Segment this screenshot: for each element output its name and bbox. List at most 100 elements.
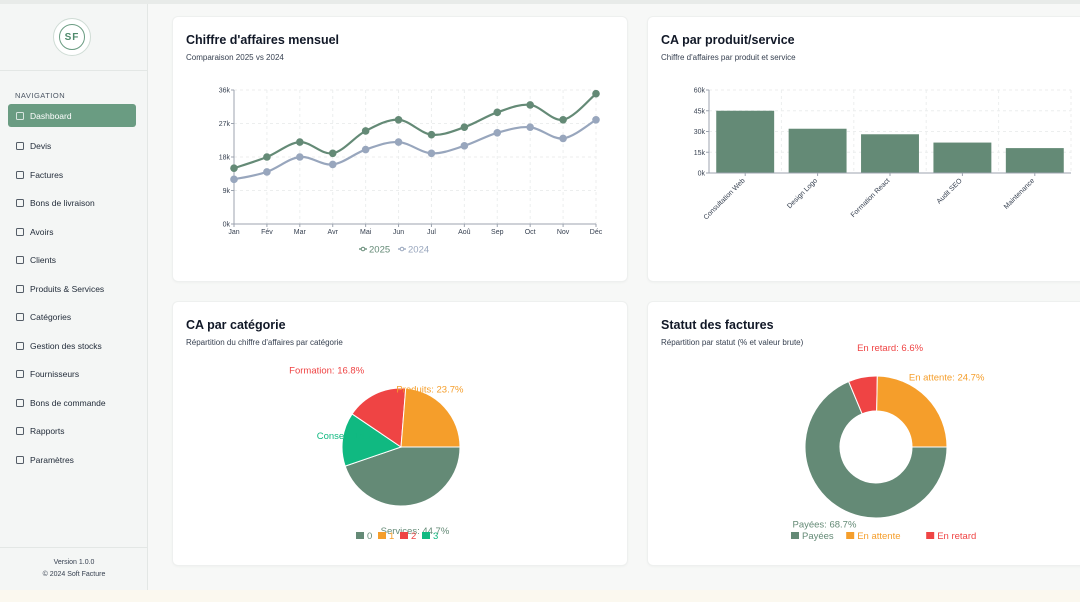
data-point-2025: [427, 130, 436, 139]
x-tick-label: Nov: [557, 229, 570, 236]
x-tick-label: Oct: [525, 229, 536, 236]
data-point-2024: [328, 160, 337, 169]
document-icon: [16, 170, 24, 179]
x-tick-label: Jun: [393, 229, 404, 236]
data-point-2024: [230, 175, 238, 184]
data-point-2024: [460, 142, 469, 150]
slice-label: Conseil: 14.7%: [317, 431, 381, 442]
sidebar-item-label: Devis: [30, 141, 52, 152]
legend-label: En attente: [857, 531, 900, 542]
x-tick-label: Audit SEO: [936, 177, 964, 205]
sidebar-item-label: Produits & Services: [30, 283, 105, 294]
x-tick-label: Fév: [261, 229, 273, 236]
x-tick-label: Sep: [491, 229, 504, 236]
monthly-revenue-card: Chiffre d'affaires mensuel Comparaison 2…: [172, 16, 628, 282]
warehouse-icon: [16, 341, 24, 350]
sidebar-item-avoirs[interactable]: Avoirs: [8, 218, 136, 247]
category-revenue-card: CA par catégorie Répartition du chiffre …: [172, 301, 628, 566]
sidebar-item-rapports[interactable]: Rapports: [8, 417, 136, 446]
legend-label: En retard: [937, 531, 976, 542]
data-point-2025: [493, 108, 502, 117]
bottom-strip: [0, 590, 1080, 602]
data-point-2024: [493, 129, 502, 137]
x-tick-label: Avr: [328, 229, 339, 236]
bar: [1005, 148, 1064, 173]
sidebar-item-devis[interactable]: Devis: [8, 132, 136, 161]
legend-swatch: [846, 532, 855, 539]
data-point-2025: [328, 149, 337, 158]
receipt-icon: [16, 227, 24, 236]
y-tick-label: 36k: [219, 88, 231, 95]
truck-icon: [16, 199, 24, 208]
sidebar-item-cat-gories[interactable]: Catégories: [8, 303, 136, 332]
slice-label: En attente: 24.7%: [909, 373, 985, 384]
legend-swatch: [422, 532, 430, 539]
y-tick-label: 30k: [694, 129, 706, 136]
data-point-2024: [263, 168, 271, 176]
legend-label: 2: [411, 531, 416, 542]
sidebar-item-bons-de-commande[interactable]: Bons de commande: [8, 389, 136, 418]
slice-label: En retard: 6.6%: [857, 343, 924, 354]
sidebar-item-fournisseurs[interactable]: Fournisseurs: [8, 360, 136, 389]
data-point-2024: [427, 149, 436, 158]
sidebar-item-label: Catégories: [30, 312, 72, 323]
legend-label: 2025: [369, 245, 390, 256]
invoice-status-card: Statut des factures Répartition par stat…: [647, 301, 1080, 566]
series-line-2024: [233, 118, 597, 181]
data-point-2024: [394, 138, 403, 146]
data-point-2025: [592, 89, 600, 98]
legend-label: 1: [389, 531, 394, 542]
x-tick-label: Design Logo: [786, 177, 819, 210]
legend-swatch: [926, 532, 935, 539]
sidebar-item-produits-services[interactable]: Produits & Services: [8, 275, 136, 304]
app-logo[interactable]: SF: [53, 18, 91, 56]
slice-label: Payées: 68.7%: [793, 519, 857, 530]
product-revenue-card: CA par produit/service Chiffre d'affaire…: [647, 16, 1080, 282]
data-point-2024: [592, 115, 600, 124]
legend-marker: [360, 246, 366, 252]
category-pie-chart: Services: 44.7%Conseil: 14.7%Formation: …: [289, 365, 464, 542]
sidebar-footer: Version 1.0.0 © 2024 Soft Facture: [0, 547, 148, 581]
y-tick-label: 0k: [223, 222, 231, 229]
data-point-2025: [460, 123, 469, 132]
data-point-2024: [361, 145, 370, 154]
sidebar-item-label: Clients: [30, 255, 56, 266]
sidebar-item-bons-de-livraison[interactable]: Bons de livraison: [8, 189, 136, 218]
legend-swatch: [378, 532, 386, 539]
folders-icon: [16, 313, 24, 322]
data-point-2025: [263, 153, 271, 161]
data-point-2025: [361, 127, 370, 135]
clipboard-icon: [16, 142, 24, 151]
sidebar-item-factures[interactable]: Factures: [8, 161, 136, 190]
sidebar-item-dashboard[interactable]: Dashboard: [8, 104, 136, 127]
x-tick-label: Mar: [294, 229, 307, 236]
nav-section-title: NAVIGATION: [15, 91, 66, 100]
x-tick-label: Aoû: [458, 229, 471, 236]
pie-slice: [400, 387, 461, 448]
y-tick-label: 9k: [223, 188, 231, 195]
app-version: Version 1.0.0: [53, 559, 95, 566]
x-tick-label: Jul: [427, 229, 436, 236]
sidebar-item-label: Rapports: [30, 426, 65, 437]
bar: [788, 128, 847, 173]
sidebar-item-clients[interactable]: Clients: [8, 246, 136, 275]
order-icon: [16, 398, 24, 407]
sidebar-item-label: Bons de commande: [30, 397, 106, 408]
x-tick-label: Formation React: [850, 177, 892, 219]
y-tick-label: 18k: [219, 155, 231, 162]
nav-list: Dashboard Devis Factures Bons de livraison A…: [8, 104, 136, 474]
copyright: © 2024 Soft Facture: [42, 571, 106, 578]
data-point-2025: [526, 101, 534, 109]
bar: [716, 110, 775, 173]
dashboard-icon: [16, 111, 24, 120]
sidebar-item-label: Gestion des stocks: [30, 340, 102, 351]
sidebar-item-gestion-des-stocks[interactable]: Gestion des stocks: [8, 332, 136, 361]
sidebar-item-param-tres[interactable]: Paramètres: [8, 446, 136, 475]
legend-marker: [399, 246, 405, 252]
legend-swatch: [400, 532, 408, 539]
invoice-status-donut: Payées: 68.7% En retard: 6.6% En attente: …: [791, 343, 985, 542]
logo-mark: SF: [59, 24, 85, 50]
x-tick-label: Déc: [590, 229, 603, 236]
slice-label: Formation: 16.8%: [289, 365, 365, 376]
y-tick-label: 15k: [694, 150, 706, 157]
